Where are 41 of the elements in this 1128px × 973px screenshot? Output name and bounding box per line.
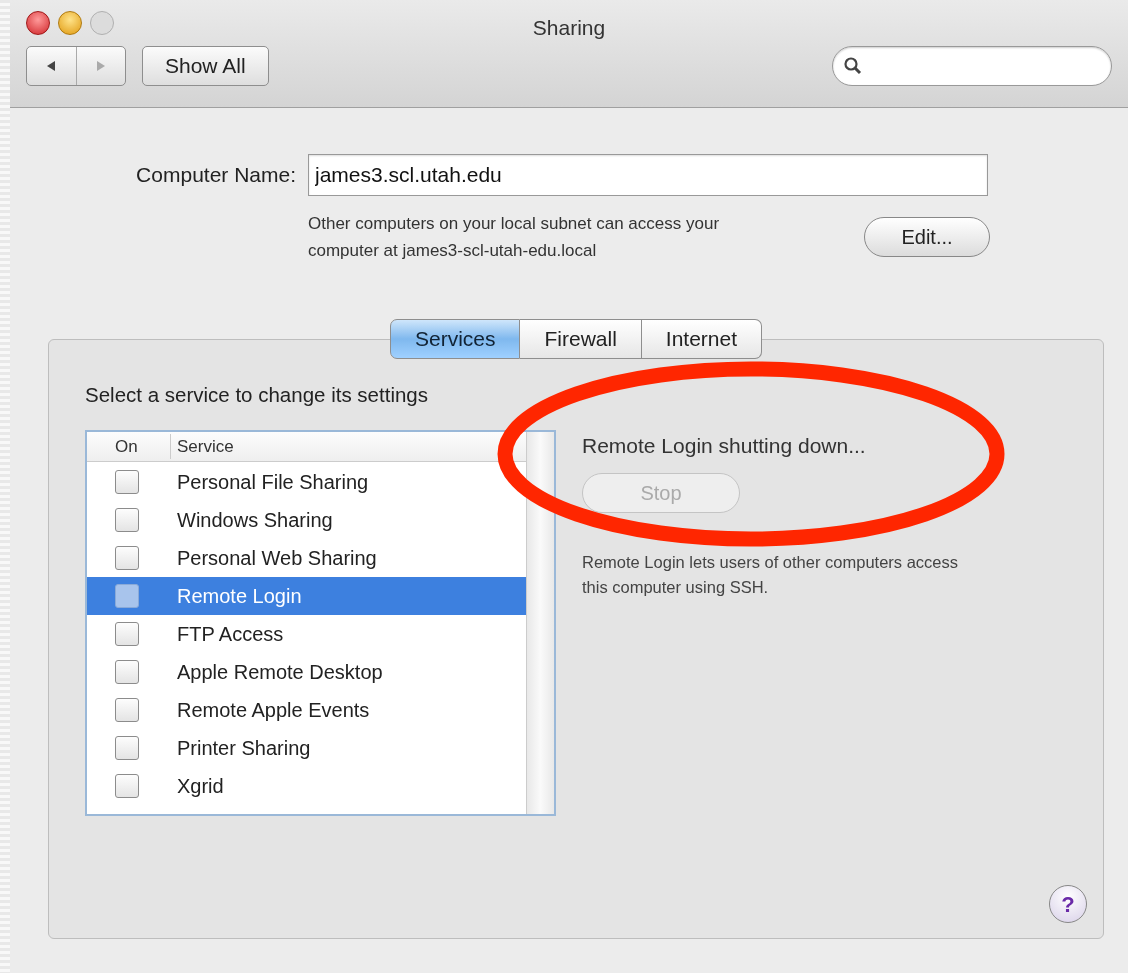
checkbox[interactable] (115, 660, 139, 684)
service-name: Remote Apple Events (177, 698, 370, 723)
checkbox[interactable] (115, 584, 139, 608)
service-name: Personal Web Sharing (177, 546, 377, 571)
window-title: Sharing (532, 15, 606, 41)
checkbox[interactable] (115, 774, 139, 798)
service-row[interactable]: Remote Login (87, 577, 526, 615)
tab[interactable]: Firewall (520, 319, 642, 359)
minimize-button[interactable] (58, 11, 82, 35)
show-all-button[interactable]: Show All (142, 46, 269, 86)
service-name: Printer Sharing (177, 736, 311, 761)
back-icon (45, 60, 58, 72)
checkbox[interactable] (115, 698, 139, 722)
column-header[interactable]: On (87, 433, 171, 460)
computer-name-field[interactable]: james3.scl.utah.edu (308, 154, 988, 196)
status-text: Remote Login shutting down... (582, 433, 866, 459)
checkbox[interactable] (115, 736, 139, 760)
edit-button[interactable]: Edit... (864, 217, 990, 257)
checkbox[interactable] (115, 470, 139, 494)
tab[interactable]: Services (389, 319, 521, 359)
computer-name-label: Computer Name: (135, 162, 297, 189)
search-field[interactable] (832, 46, 1112, 86)
help-button[interactable]: ? (1049, 885, 1087, 923)
checkbox[interactable] (115, 546, 139, 570)
service-name: Remote Login (177, 584, 302, 609)
service-name: Apple Remote Desktop (177, 660, 383, 685)
checkbox[interactable] (115, 622, 139, 646)
instruction-text: Select a service to change its settings (85, 382, 428, 408)
service-name: Xgrid (177, 774, 224, 799)
service-name: FTP Access (177, 622, 284, 647)
tab[interactable]: Internet (641, 319, 763, 359)
service-name: Windows Sharing (177, 508, 333, 533)
zoom-button[interactable] (90, 11, 114, 35)
forward-icon (94, 60, 107, 72)
column-header[interactable]: Service (171, 433, 234, 460)
search-icon (843, 56, 863, 76)
service-description: Remote Login lets users of other computers access this computer using SSH. (582, 552, 959, 598)
close-button[interactable] (26, 11, 50, 35)
checkbox[interactable] (115, 508, 139, 532)
computer-name-description: Other computers on your local subnet can access your computer at james3-scl-utah-edu.local (308, 213, 721, 262)
service-name: Personal File Sharing (177, 470, 369, 495)
